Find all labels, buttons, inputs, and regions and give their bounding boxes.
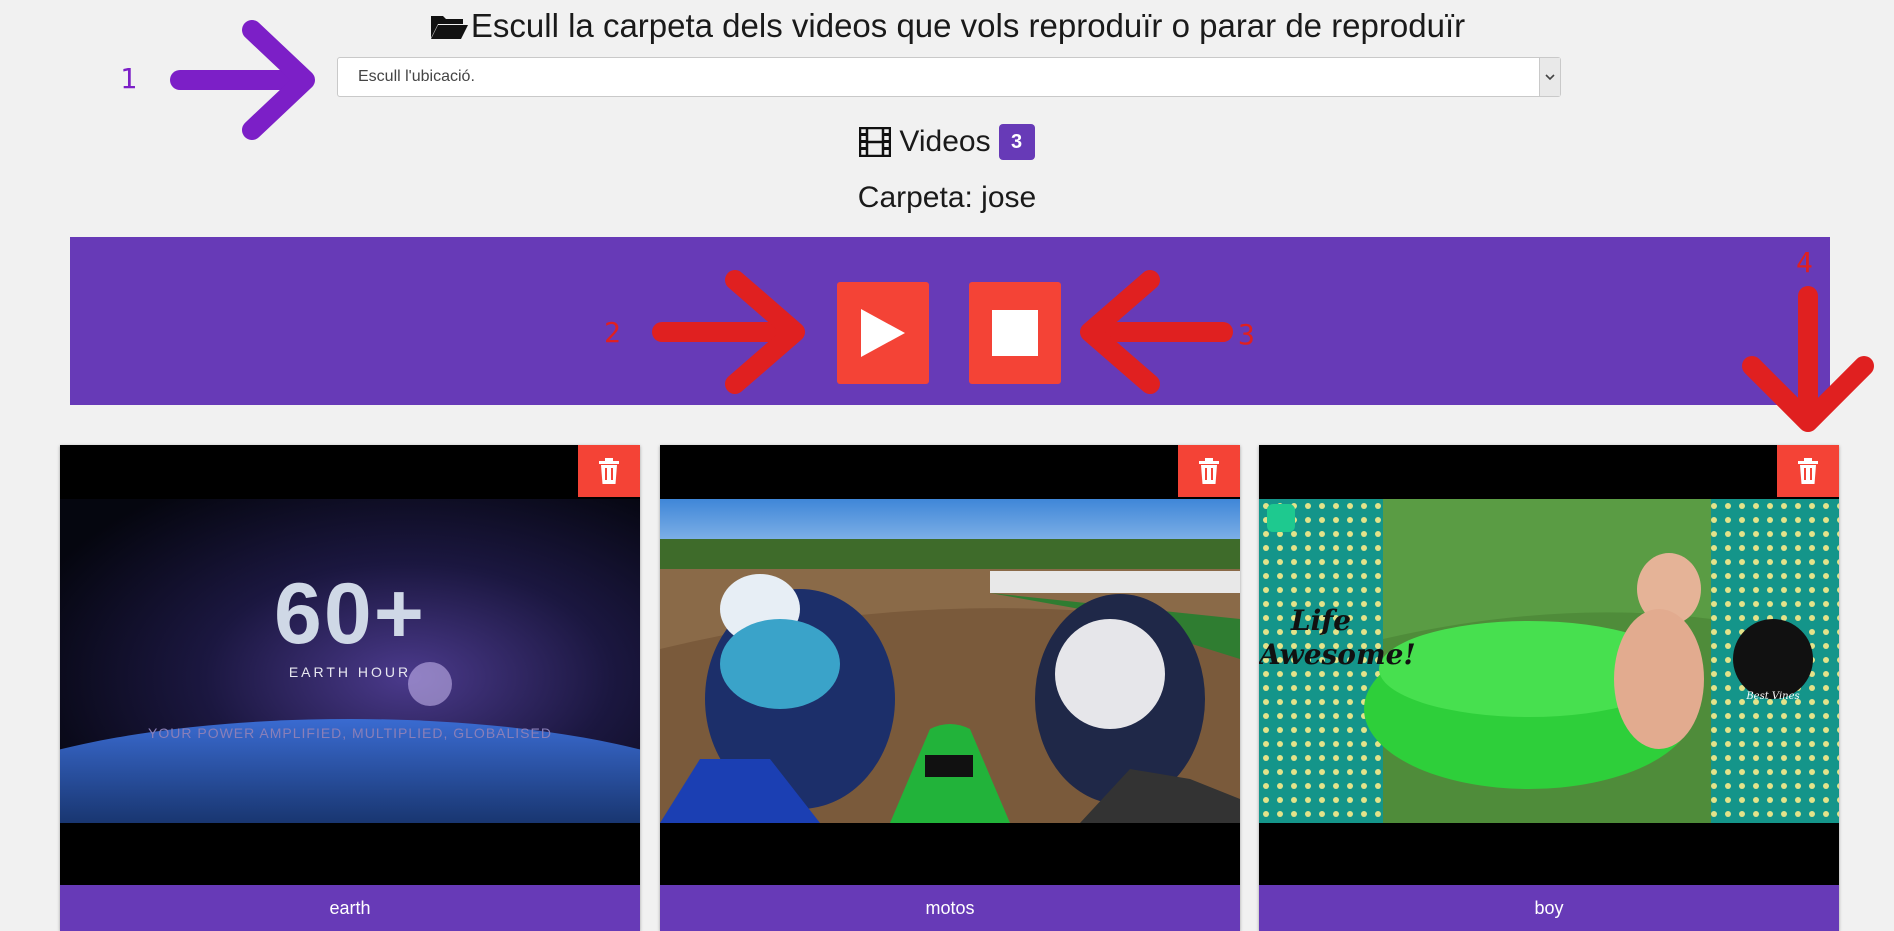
trash-icon	[599, 458, 619, 484]
trash-icon	[1798, 458, 1818, 484]
annotation-number-4: 4	[1796, 246, 1813, 279]
thumbnail-right-text: Best Vines	[1746, 691, 1800, 702]
play-icon	[861, 309, 905, 357]
location-select[interactable]: Escull l'ubicació.	[337, 57, 1561, 97]
control-bar	[70, 237, 1830, 405]
play-button[interactable]	[837, 282, 929, 384]
thumbnail-tagline: YOUR POWER AMPLIFIED, MULTIPLIED, GLOBAL…	[148, 725, 552, 741]
film-icon	[859, 127, 892, 157]
videos-count-badge: 3	[998, 124, 1035, 160]
video-thumbnail[interactable]: 60+ EARTH HOUR YOUR POWER AMPLIFIED, MUL…	[60, 499, 640, 823]
videos-label: Videos	[899, 125, 991, 158]
annotation-arrow-4	[1742, 286, 1874, 432]
video-thumbnail[interactable]: Life Awesome! Best Vines	[1259, 499, 1839, 823]
stop-button[interactable]	[969, 282, 1061, 384]
annotation-arrow-2	[652, 270, 805, 394]
stop-icon	[992, 310, 1038, 356]
open-folder-icon	[430, 16, 468, 39]
delete-button[interactable]	[1777, 445, 1839, 497]
video-caption: motos	[660, 885, 1240, 931]
video-card[interactable]: Life Awesome! Best Vines boy	[1259, 445, 1839, 931]
thumbnail-title: 60+	[274, 566, 426, 662]
annotation-arrow-3	[1080, 270, 1233, 394]
page-title: Escull la carpeta dels videos que vols r…	[470, 7, 1466, 44]
video-caption: earth	[60, 885, 640, 931]
delete-button[interactable]	[1178, 445, 1240, 497]
thumbnail-left-text: Life Awesome!	[1259, 604, 1416, 671]
chevron-down-icon[interactable]	[1539, 58, 1560, 96]
video-caption: boy	[1259, 885, 1839, 931]
annotation-number-2: 2	[604, 316, 621, 349]
folder-name: Carpeta: jose	[857, 181, 1037, 214]
videos-heading: Videos 3	[0, 124, 1894, 160]
trash-icon	[1199, 458, 1219, 484]
delete-button[interactable]	[578, 445, 640, 497]
video-thumbnail[interactable]	[660, 499, 1240, 823]
location-select-value: Escull l'ubicació.	[358, 68, 475, 85]
thumbnail-subtitle: EARTH HOUR	[288, 664, 412, 680]
video-card[interactable]: 60+ EARTH HOUR YOUR POWER AMPLIFIED, MUL…	[60, 445, 640, 931]
annotation-number-1: 1	[120, 62, 137, 95]
video-card[interactable]: motos	[660, 445, 1240, 931]
annotation-number-3: 3	[1238, 318, 1255, 351]
